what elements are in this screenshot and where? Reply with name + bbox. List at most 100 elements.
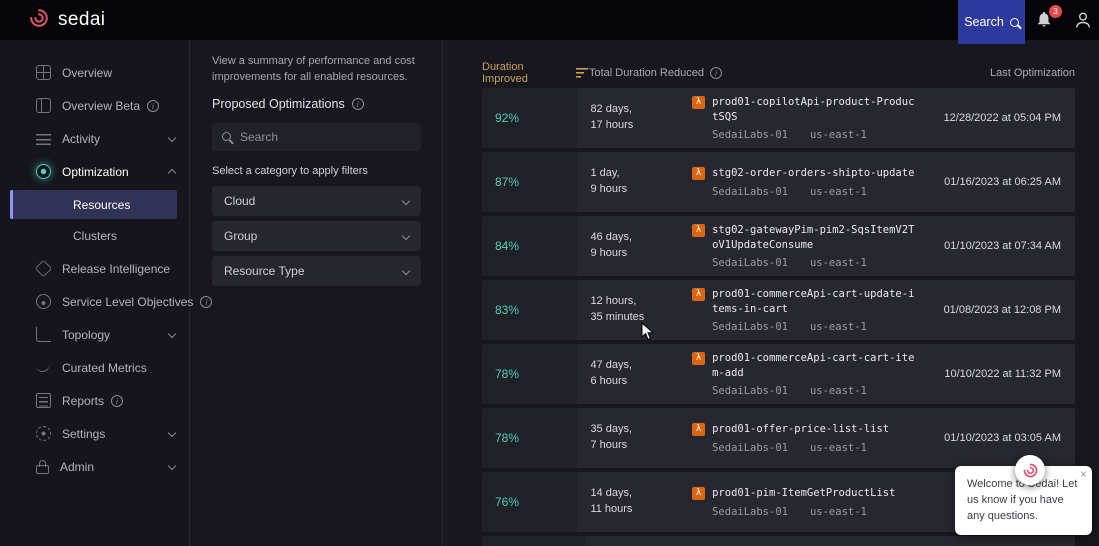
settings-gear-icon	[36, 426, 51, 441]
total-duration-cell: 12 hours, 35 minutes	[590, 295, 645, 323]
aws-lambda-icon: λ	[692, 167, 706, 181]
topbar: sedai Search 3	[0, 0, 1099, 44]
table-header: Duration Improved Total Duration Reduced…	[482, 61, 1075, 85]
total-duration-cell: 46 days, 9 hours	[590, 231, 633, 259]
info-icon[interactable]: i	[111, 394, 124, 407]
sort-descending-icon	[576, 68, 589, 78]
pane-summary: View a summary of performance and cost i…	[212, 55, 415, 83]
sidebar-item-curated-metrics[interactable]: Curated Metrics	[0, 351, 189, 384]
sidebar-item-service-level-objectives[interactable]: Service Level Objectives i	[0, 285, 213, 318]
table-row[interactable]: 78% 35 days, 7 hours λ prod01-offer-price…	[482, 408, 1075, 468]
header-total-duration-reduced: Total Duration Reduced i	[589, 67, 990, 79]
optimization-icon	[36, 164, 51, 179]
region-name: us-east-1	[809, 321, 867, 334]
table-row[interactable]: 87% 1 day, 9 hours λ stg02-order-orders-s…	[482, 152, 1075, 212]
duration-improved-cell	[482, 536, 585, 546]
table-row[interactable]: 83% 12 hours, 35 minutes λ prod01-commerc…	[482, 280, 1075, 340]
info-icon[interactable]: i	[351, 97, 364, 110]
chevron-down-icon	[401, 231, 411, 241]
person-icon	[1076, 12, 1090, 28]
duration-improved-cell: 84%	[482, 216, 578, 276]
close-icon[interactable]: ×	[1080, 468, 1087, 480]
info-icon[interactable]: i	[200, 295, 213, 308]
total-duration-cell: 1 day, 9 hours	[590, 167, 628, 195]
chevron-down-icon	[167, 428, 177, 437]
table-row[interactable]: 78% 47 days, 6 hours λ prod01-commerceApi…	[482, 344, 1075, 404]
last-optimization-cell: 01/16/2023 at 06:25 AM	[944, 176, 1061, 188]
group-dropdown[interactable]: Group	[212, 220, 421, 251]
resource-cell	[709, 536, 905, 546]
brand[interactable]: sedai	[0, 7, 105, 34]
sedai-logo-icon	[1023, 463, 1037, 477]
chevron-down-icon	[167, 461, 177, 470]
resource-name: prod01-pim-ItemGetProductList	[712, 487, 896, 500]
sidebar-subitem-clusters[interactable]: Clusters	[10, 221, 177, 250]
resource-name: prod01-copilotApi-product-ProductSQS	[712, 95, 915, 123]
sidebar-item-admin[interactable]: Admin	[0, 450, 189, 483]
overview-icon	[36, 65, 51, 80]
last-optimization-cell: 01/08/2023 at 12:08 PM	[943, 304, 1061, 316]
sidebar-item-topology[interactable]: Topology	[0, 318, 189, 351]
admin-lock-icon	[36, 459, 49, 474]
resource-name: stg02-order-orders-shipto-update	[712, 167, 915, 180]
resource-name: prod01-offer-price-list-list	[712, 423, 890, 436]
sidebar-item-release-intelligence[interactable]: Release Intelligence	[0, 252, 189, 285]
last-optimization-cell: 12/28/2022 at 05:04 PM	[943, 112, 1061, 124]
resource-cell: λ stg02-gatewayPim-pim2-SqsItemV2ToV1Upd…	[692, 216, 918, 276]
table-row[interactable]: 92% 82 days, 17 hours λ prod01-copilotApi…	[482, 88, 1075, 148]
chat-message: Welcome to Sedai! Let us know if you hav…	[967, 478, 1078, 523]
region-name: us-east-1	[809, 257, 867, 270]
resource-name: prod01-commerceApi-cart-cart-item-add	[712, 351, 915, 379]
chevron-down-icon	[167, 329, 177, 338]
search-icon	[1009, 17, 1019, 27]
chevron-down-icon	[401, 196, 411, 206]
duration-improved-cell: 92%	[482, 88, 578, 148]
chevron-down-icon	[167, 133, 177, 142]
header-duration-improved[interactable]: Duration Improved	[482, 61, 589, 85]
account-name: SedaiLabs-01	[712, 185, 788, 198]
sidebar-item-optimization[interactable]: Optimization	[0, 155, 189, 188]
total-duration-cell	[585, 536, 709, 546]
reports-icon	[36, 393, 51, 408]
table-row[interactable]: 84% 46 days, 9 hours λ stg02-gatewayPim-p…	[482, 216, 1075, 276]
resource-search-box[interactable]	[212, 122, 421, 151]
resource-type-dropdown[interactable]: Resource Type	[212, 255, 421, 286]
chat-widget-avatar[interactable]	[1015, 455, 1045, 485]
cloud-dropdown[interactable]: Cloud	[212, 185, 421, 216]
sidebar-item-reports[interactable]: Reports i	[0, 384, 189, 417]
account-name: SedaiLabs-01	[712, 129, 788, 142]
sedai-logo-icon	[28, 7, 50, 34]
pane-title: Proposed Optimizations	[212, 96, 345, 111]
aws-lambda-icon: λ	[692, 487, 706, 501]
account-name: SedaiLabs-01	[712, 321, 788, 334]
last-optimization-cell: 01/10/2023 at 03:05 AM	[944, 432, 1061, 444]
sidebar-subitem-resources[interactable]: Resources	[10, 190, 177, 219]
activity-icon	[36, 134, 51, 145]
duration-improved-cell: 78%	[482, 344, 578, 404]
region-name: us-east-1	[809, 185, 867, 198]
global-search-button[interactable]: Search	[958, 0, 1025, 44]
search-icon	[222, 132, 231, 142]
info-icon[interactable]: i	[709, 67, 722, 79]
aws-lambda-icon: λ	[692, 351, 706, 365]
account-name: SedaiLabs-01	[712, 257, 788, 270]
slo-icon	[36, 294, 51, 309]
aws-lambda-icon: λ	[692, 223, 706, 237]
global-search-label: Search	[964, 15, 1004, 29]
resource-cell: λ prod01-commerceApi-cart-cart-item-add …	[692, 344, 918, 404]
sidebar-item-overview-beta[interactable]: Overview Beta i	[0, 89, 189, 122]
resource-search-input[interactable]	[240, 129, 411, 144]
sidebar-item-overview[interactable]: Overview	[0, 56, 189, 89]
resource-cell: λ prod01-pim-ItemGetProductList SedaiLab…	[692, 472, 918, 532]
sidebar-item-activity[interactable]: Activity	[0, 122, 189, 155]
account-button[interactable]	[1073, 10, 1093, 30]
sidebar-item-settings[interactable]: Settings	[0, 417, 189, 450]
filter-pane: View a summary of performance and cost i…	[191, 40, 443, 546]
chevron-down-icon	[401, 266, 411, 276]
table-row-partial[interactable]	[482, 536, 1075, 546]
notifications-button[interactable]: 3	[1035, 5, 1062, 30]
info-icon[interactable]: i	[147, 99, 160, 112]
account-name: SedaiLabs-01	[712, 441, 788, 454]
brand-name: sedai	[58, 9, 106, 30]
last-optimization-cell: 10/10/2022 at 11:32 PM	[944, 368, 1061, 380]
